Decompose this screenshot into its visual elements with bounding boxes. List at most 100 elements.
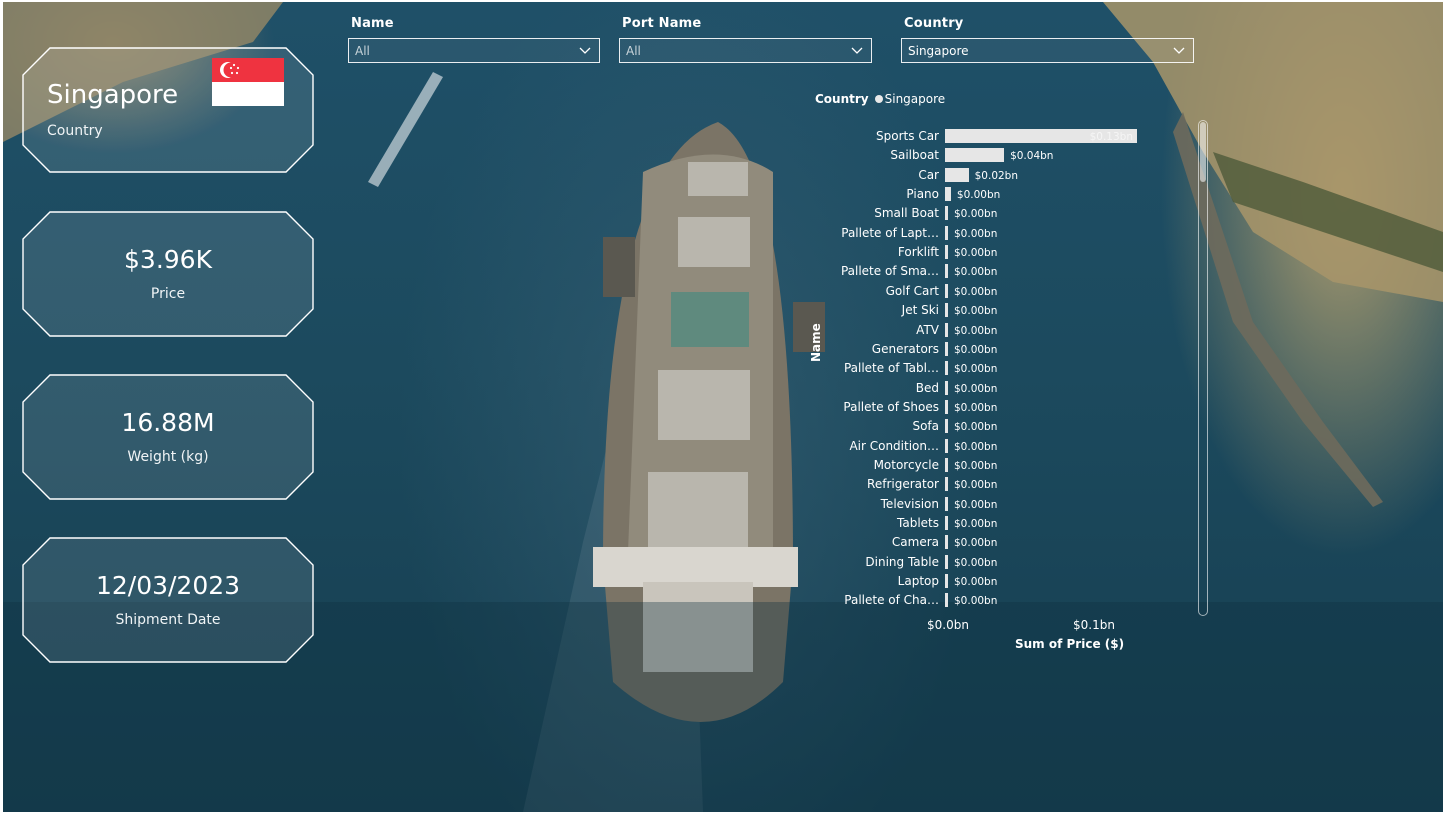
bar[interactable]	[945, 361, 948, 376]
category-label: Car	[918, 167, 939, 182]
bar[interactable]	[945, 322, 948, 337]
bar[interactable]	[945, 380, 948, 395]
card-frame	[22, 211, 314, 337]
bar[interactable]	[945, 496, 948, 511]
bar-data-label: $0.00bn	[954, 382, 998, 395]
price-card-value: $3.96K	[124, 245, 212, 274]
bar-data-label: $0.00bn	[956, 189, 1001, 202]
category-label: Bed	[915, 380, 939, 395]
legend-item[interactable]: Singapore	[885, 92, 946, 106]
bar-data-label: $0.00bn	[954, 459, 998, 472]
name-slicer: Name All	[348, 16, 600, 63]
bar[interactable]	[945, 167, 969, 182]
weight-card-value: 16.88M	[121, 408, 215, 437]
bar[interactable]	[945, 225, 948, 240]
bar[interactable]	[945, 206, 948, 221]
country-dropdown-value: Singapore	[908, 44, 969, 58]
category-label: Air Condition…	[849, 438, 939, 453]
shipment-date-card: 12/03/2023 Shipment Date	[22, 537, 314, 663]
category-label: Sports Car	[876, 129, 939, 143]
country-dropdown[interactable]: Singapore	[901, 38, 1194, 63]
bar-data-label: $0.00bn	[954, 421, 998, 434]
category-label: Dining Table	[865, 554, 939, 569]
category-label: Camera	[891, 535, 939, 550]
bar[interactable]	[945, 457, 948, 472]
chart-legend: Country Singapore	[815, 92, 945, 108]
category-label: Tablets	[897, 516, 939, 530]
category-label: Pallete of Shoes	[843, 399, 939, 414]
chart-scrollbar[interactable]	[1198, 120, 1208, 616]
bar[interactable]	[945, 516, 948, 530]
category-label: Laptop	[897, 574, 939, 589]
scrollbar-thumb[interactable]	[1200, 122, 1206, 182]
bar[interactable]	[945, 245, 948, 260]
bar-data-label: $0.00bn	[954, 247, 998, 260]
bar-data-label: $0.00bn	[954, 479, 998, 492]
port-name-dropdown[interactable]: All	[619, 38, 872, 63]
category-label: Pallete of Sma…	[840, 264, 939, 279]
country-slicer: Country Singapore	[901, 16, 1194, 63]
bar-data-label: $0.00bn	[954, 363, 998, 376]
bar-data-label: $0.00bn	[954, 498, 998, 511]
category-label: Pallete of Cha…	[844, 593, 939, 608]
chevron-down-icon	[579, 47, 591, 54]
bar[interactable]	[945, 554, 948, 569]
bar-data-label: $0.00bn	[954, 537, 998, 550]
card-frame	[22, 537, 314, 663]
bar[interactable]	[945, 535, 948, 550]
country-slicer-title: Country	[904, 16, 964, 31]
category-label: Pallete of Lapt…	[841, 225, 939, 240]
chevron-down-icon	[851, 47, 863, 54]
category-label: Sofa	[912, 419, 939, 434]
bar-data-label: $0.00bn	[954, 556, 998, 569]
bar[interactable]	[945, 187, 951, 202]
bar-data-label: $0.00bn	[954, 440, 998, 453]
bar-data-label: $0.00bn	[954, 227, 998, 240]
category-label: Piano	[906, 187, 939, 202]
category-label: Small Boat	[874, 206, 939, 221]
bar-data-label: $0.02bn	[974, 169, 1019, 182]
y-axis-title: Name	[809, 323, 823, 362]
bar-data-label: $0.00bn	[954, 576, 998, 589]
shipment-date-card-value: 12/03/2023	[95, 571, 241, 600]
name-dropdown[interactable]: All	[348, 38, 600, 63]
bar[interactable]	[945, 438, 948, 453]
name-dropdown-value: All	[355, 44, 370, 58]
name-slicer-title: Name	[351, 16, 394, 31]
bar[interactable]	[945, 303, 948, 318]
bar[interactable]	[945, 264, 948, 279]
category-label: Sailboat	[890, 148, 939, 163]
country-card-value: Singapore	[47, 80, 179, 110]
legend-title: Country	[815, 92, 869, 106]
bar[interactable]	[945, 283, 948, 298]
bar[interactable]	[945, 148, 1005, 163]
legend-dot-icon	[874, 95, 883, 103]
bar[interactable]	[945, 419, 948, 434]
price-card-label: Price	[150, 286, 186, 302]
weight-card-label: Weight (kg)	[127, 449, 209, 465]
port-name-slicer-title: Port Name	[622, 16, 702, 31]
card-frame	[22, 374, 314, 500]
category-label: Golf Cart	[885, 283, 939, 298]
category-label: Forklift	[897, 245, 939, 260]
bar-data-label: $0.13bn	[1089, 131, 1133, 143]
port-name-slicer: Port Name All	[619, 16, 872, 63]
bar[interactable]	[945, 593, 948, 608]
bar[interactable]	[945, 574, 948, 589]
bar[interactable]	[945, 399, 948, 414]
bar[interactable]	[945, 341, 948, 356]
bar-data-label: $0.00bn	[954, 305, 998, 318]
bar-data-label: $0.04bn	[1010, 150, 1054, 163]
bar-data-label: $0.00bn	[954, 285, 998, 298]
bar-data-label: $0.00bn	[954, 343, 998, 356]
bar-data-label: $0.00bn	[954, 208, 998, 221]
x-tick-label: $0.1bn	[1073, 618, 1115, 632]
country-card: Singapore Country	[22, 47, 314, 173]
category-label: Refrigerator	[867, 477, 939, 492]
chevron-down-icon	[1173, 47, 1185, 54]
bar-data-label: $0.00bn	[954, 266, 998, 279]
bar[interactable]	[945, 477, 948, 492]
price-card: $3.96K Price	[22, 211, 314, 337]
x-tick-label: $0.0bn	[927, 618, 969, 632]
weight-card: 16.88M Weight (kg)	[22, 374, 314, 500]
